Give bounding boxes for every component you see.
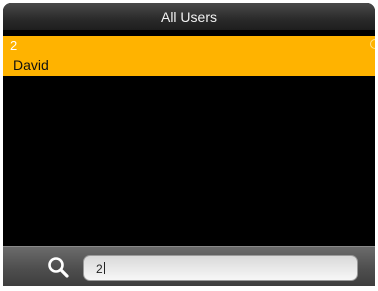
search-input-value: 2 [96,262,103,276]
list-item[interactable]: 2 David [3,36,375,76]
search-input[interactable]: 2 [83,255,358,281]
text-caret [103,262,105,274]
device-screen: All Users 2 David 2 [3,3,375,286]
user-list[interactable]: 2 David [3,31,375,246]
user-id: 2 [10,38,18,53]
title-bar: All Users [3,3,375,31]
page-title: All Users [160,9,217,25]
user-name: David [13,57,49,73]
search-icon[interactable] [47,256,69,278]
search-bar: 2 [3,246,375,286]
scroll-indicator-icon [370,39,375,49]
